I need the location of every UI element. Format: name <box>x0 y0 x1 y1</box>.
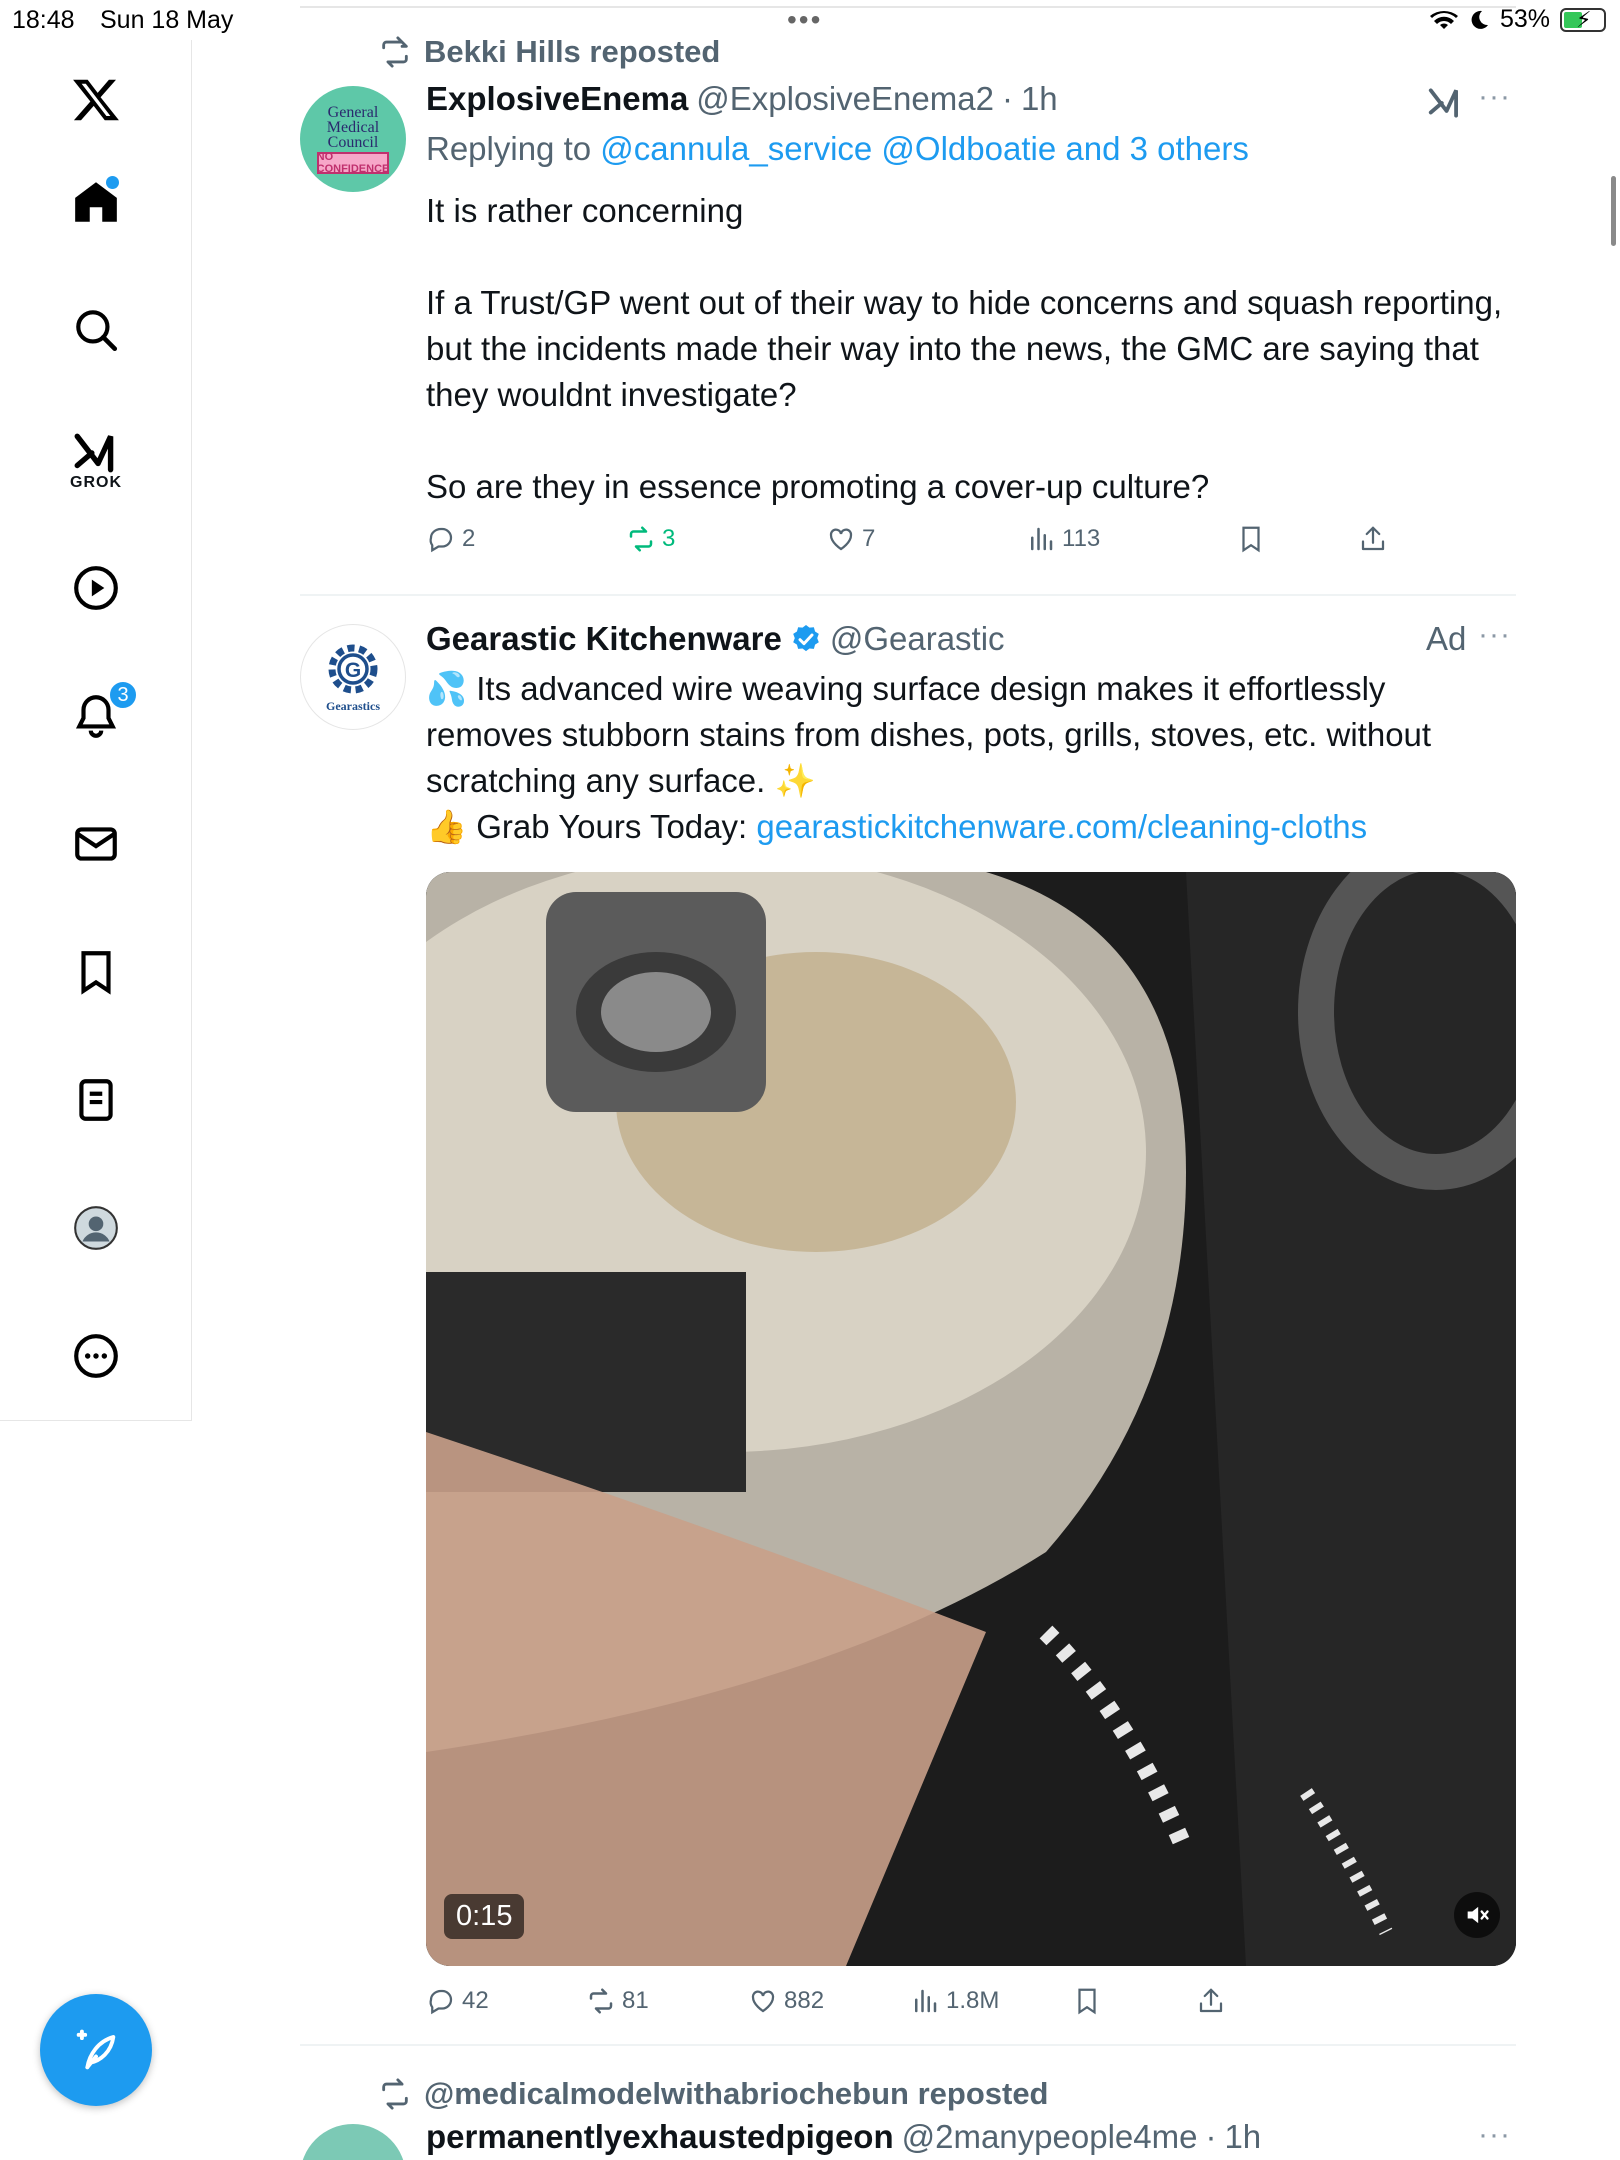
reply-icon <box>429 1989 453 2015</box>
grok-explain-icon[interactable] <box>1426 84 1464 122</box>
repost-icon <box>589 1988 613 2014</box>
like-button[interactable]: 7 <box>826 524 875 554</box>
reply-button[interactable]: 42 <box>426 1986 489 2016</box>
author-handle[interactable]: @2manypeople4me <box>902 2118 1198 2156</box>
compose-icon <box>76 2029 116 2070</box>
tweet-actions: 42 81 882 1.8M <box>426 1986 1516 2026</box>
repost-indicator[interactable]: @medicalmodelwithabriochebun reposted <box>378 2076 1049 2112</box>
video-player[interactable]: 0:15 <box>426 872 1516 1966</box>
avatar-stamp: NO CONFIDENCE <box>316 150 390 175</box>
bookmark-icon <box>81 951 111 995</box>
repost-indicator[interactable]: Bekki Hills reposted <box>378 34 720 70</box>
share-button[interactable] <box>1196 1986 1226 2016</box>
tweet-time[interactable]: 1h <box>1224 2118 1261 2156</box>
mute-icon <box>1467 1906 1489 1924</box>
status-date: Sun 18 May <box>100 6 234 34</box>
tweet-more-icon[interactable]: ··· <box>1478 80 1511 114</box>
sidebar: GROK 3 <box>0 40 192 1421</box>
author-name[interactable]: ExplosiveEnema <box>426 80 688 118</box>
more-circle-icon <box>74 1334 118 1378</box>
tweet-time[interactable]: 1h <box>1021 80 1058 118</box>
repost-icon <box>629 526 653 552</box>
home-unread-dot <box>106 176 119 189</box>
list-icon <box>79 1079 113 1121</box>
reply-icon <box>429 527 453 553</box>
compose-button[interactable] <box>40 1994 152 2106</box>
share-icon <box>1199 1988 1223 2013</box>
battery-icon: ⚡ <box>1560 7 1606 32</box>
video-duration: 0:15 <box>444 1894 525 1939</box>
heart-icon <box>751 1990 775 2013</box>
verified-badge-icon <box>793 625 819 652</box>
share-button[interactable] <box>1358 524 1388 554</box>
sidebar-item-messages[interactable] <box>56 804 136 884</box>
x-logo-icon[interactable] <box>56 60 136 140</box>
views-icon <box>1031 527 1053 551</box>
tweet-more-icon[interactable]: ··· <box>1478 2118 1511 2152</box>
bookmark-button[interactable] <box>1236 524 1266 554</box>
views-icon <box>915 1989 937 2013</box>
grok-label: GROK <box>70 474 122 491</box>
search-icon <box>76 310 118 352</box>
avatar-icon <box>74 1206 118 1250</box>
bookmark-icon <box>1078 1988 1096 2015</box>
mute-button[interactable] <box>1454 1892 1500 1938</box>
repost-label: @medicalmodelwithabriochebun reposted <box>424 2076 1049 2111</box>
author-name[interactable]: Gearastic Kitchenware <box>426 620 782 658</box>
ad-label: Ad <box>1426 620 1467 657</box>
tweet-header: permanentlyexhaustedpigeon @2manypeople4… <box>426 2118 1262 2156</box>
sidebar-item-lists[interactable] <box>56 1060 136 1140</box>
heart-icon <box>829 528 853 551</box>
timeline-feed: Bekki Hills reposted General Medical Cou… <box>300 0 1516 2160</box>
like-button[interactable]: 882 <box>748 1986 824 2016</box>
share-icon <box>1361 526 1385 551</box>
sidebar-item-home[interactable] <box>56 162 136 242</box>
views-button[interactable]: 113 <box>1026 524 1100 554</box>
repost-button[interactable]: 81 <box>586 1986 649 2016</box>
author-handle[interactable]: @Gearastic <box>830 620 1005 658</box>
video-frame <box>426 872 1516 1966</box>
sidebar-item-profile[interactable] <box>56 1188 136 1268</box>
sidebar-item-grok[interactable]: GROK <box>56 420 136 500</box>
repost-icon <box>382 36 408 68</box>
tweet-text: It is rather concerning If a Trust/GP we… <box>426 192 1503 505</box>
replying-to-links[interactable]: @cannula_service @Oldboatie and 3 others <box>600 130 1249 167</box>
sidebar-item-explore[interactable] <box>56 290 136 370</box>
play-circle-icon <box>74 566 118 610</box>
avatar-text: Gearastics <box>326 698 380 713</box>
svg-text:G: G <box>345 659 361 682</box>
repost-icon <box>382 2078 408 2110</box>
author-name[interactable]: permanentlyexhaustedpigeon <box>426 2118 894 2156</box>
bookmark-icon <box>1242 526 1260 553</box>
tweet-header: Gearastic Kitchenware @Gearastic <box>426 620 1005 658</box>
repost-button[interactable]: 3 <box>626 524 675 554</box>
replying-to: Replying to @cannula_service @Oldboatie … <box>426 130 1249 167</box>
views-button[interactable]: 1.8M <box>910 1986 999 2016</box>
sidebar-item-more[interactable] <box>56 1316 136 1396</box>
notifications-badge: 3 <box>108 680 138 710</box>
tweet-text: 💦 Its advanced wire weaving surface desi… <box>426 670 1432 845</box>
gear-icon: G <box>328 644 378 693</box>
sidebar-item-bookmarks[interactable] <box>56 932 136 1012</box>
scrollbar[interactable] <box>1611 176 1616 246</box>
envelope-icon <box>75 827 117 861</box>
status-time: 18:48 <box>12 6 75 34</box>
tweet-header: ExplosiveEnema @ExplosiveEnema2 · 1h <box>426 80 1058 118</box>
tweet-more-icon[interactable]: ··· <box>1478 618 1511 652</box>
sidebar-item-notifications[interactable]: 3 <box>56 676 138 756</box>
avatar[interactable]: General Medical Council NO CONFIDENCE <box>300 86 406 192</box>
avatar[interactable]: G Gearastics <box>300 624 406 730</box>
reply-button[interactable]: 2 <box>426 524 475 554</box>
ad-link[interactable]: gearastickitchenware.com/cleaning-cloths <box>756 808 1367 845</box>
grok-icon <box>74 433 114 473</box>
author-handle[interactable]: @ExplosiveEnema2 <box>696 80 994 118</box>
avatar[interactable] <box>300 2124 406 2160</box>
repost-label: Bekki Hills reposted <box>424 34 721 69</box>
tweet-actions: 2 3 7 113 <box>426 524 1516 564</box>
sidebar-item-video[interactable] <box>56 548 136 628</box>
bookmark-button[interactable] <box>1072 1986 1102 2016</box>
